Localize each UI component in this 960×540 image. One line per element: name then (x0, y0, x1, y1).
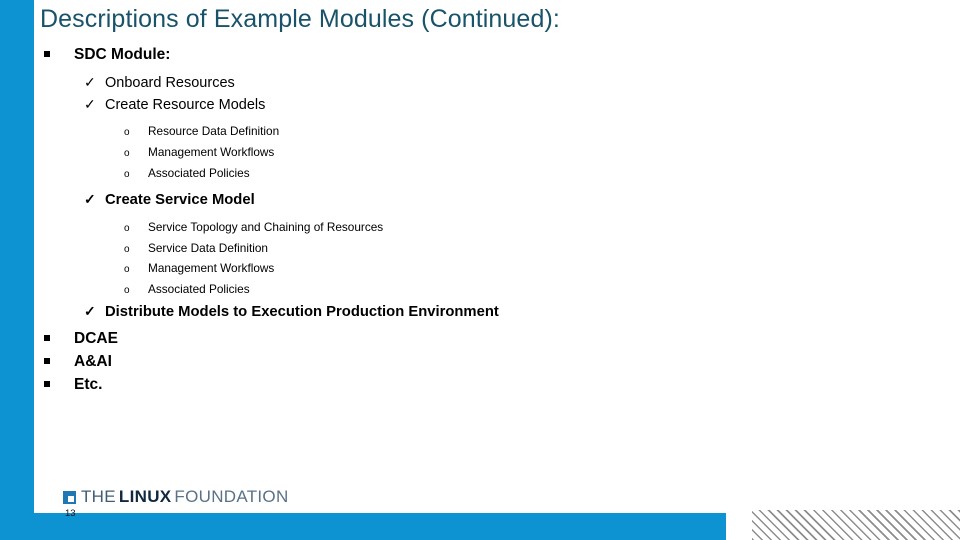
list-item-label: Management Workflows (148, 261, 275, 276)
list-item: ✓ Create Service Model (84, 189, 716, 211)
logo-word-the: THE (81, 487, 116, 506)
list-item: o Associated Policies (124, 280, 716, 301)
check-bullet-icon: ✓ (84, 191, 96, 208)
list-item-label: Etc. (74, 375, 103, 393)
linux-foundation-mark-icon (63, 490, 76, 504)
list-item: o Service Data Definition (124, 239, 716, 260)
circle-bullet-icon: o (124, 264, 130, 276)
bottom-accent-bar (0, 513, 726, 540)
logo-word-linux: LINUX (118, 487, 172, 506)
logo-word-foundation: FOUNDATION (174, 487, 289, 506)
list-item: ✓ Onboard Resources (84, 72, 716, 94)
check-bullet-icon: ✓ (84, 74, 96, 90)
list-item-label: Service Data Definition (148, 240, 268, 255)
list-item: o Resource Data Definition (124, 122, 716, 143)
list-item-label: Create Service Model (105, 192, 255, 209)
list-item-label: DCAE (74, 329, 118, 347)
list-item: SDC Module: (44, 44, 716, 67)
square-bullet-icon (44, 350, 74, 372)
circle-bullet-icon: o (124, 243, 130, 255)
circle-bullet-icon: o (124, 222, 130, 234)
list-item-label: Onboard Resources (105, 75, 235, 91)
list-item-label: Distribute Models to Execution Productio… (105, 304, 499, 321)
diagonal-hatch-decoration (752, 510, 960, 540)
list-item-label: Service Topology and Chaining of Resourc… (148, 219, 384, 234)
list-item-label: Associated Policies (148, 165, 250, 180)
circle-bullet-icon: o (124, 147, 130, 159)
page-title: Descriptions of Example Modules (Continu… (40, 5, 560, 33)
list-item: o Associated Policies (124, 164, 716, 185)
list-item: o Management Workflows (124, 143, 716, 164)
linux-foundation-logo: THE LINUX FOUNDATION (63, 487, 289, 507)
list-item-label: Associated Policies (148, 282, 250, 297)
square-bullet-icon (44, 327, 74, 349)
check-bullet-icon: ✓ (84, 95, 96, 112)
circle-bullet-icon: o (124, 168, 130, 180)
list-item: ✓ Distribute Models to Execution Product… (84, 301, 716, 323)
circle-bullet-icon: o (124, 285, 130, 297)
list-item-label: A&AI (74, 352, 112, 370)
check-bullet-icon: ✓ (84, 303, 96, 320)
slide-canvas: Descriptions of Example Modules (Continu… (0, 0, 960, 540)
list-item-label: Create Resource Models (105, 96, 266, 113)
bullet-list: SDC Module: ✓ Onboard Resources ✓ Create… (36, 44, 716, 397)
square-bullet-icon (44, 43, 74, 65)
list-item: DCAE (44, 328, 716, 351)
list-item: o Service Topology and Chaining of Resou… (124, 218, 716, 239)
list-item-label: Resource Data Definition (148, 124, 280, 138)
list-item-label: SDC Module: (74, 46, 171, 63)
list-item: A&AI (44, 351, 716, 374)
page-number: 13 (65, 508, 76, 519)
list-item: ✓ Create Resource Models (84, 94, 716, 116)
square-bullet-icon (44, 373, 74, 395)
list-item: o Management Workflows (124, 259, 716, 280)
circle-bullet-icon: o (124, 127, 130, 138)
list-item-label: Management Workflows (148, 144, 275, 159)
left-accent-stripe (0, 0, 34, 513)
list-item: Etc. (44, 374, 716, 397)
